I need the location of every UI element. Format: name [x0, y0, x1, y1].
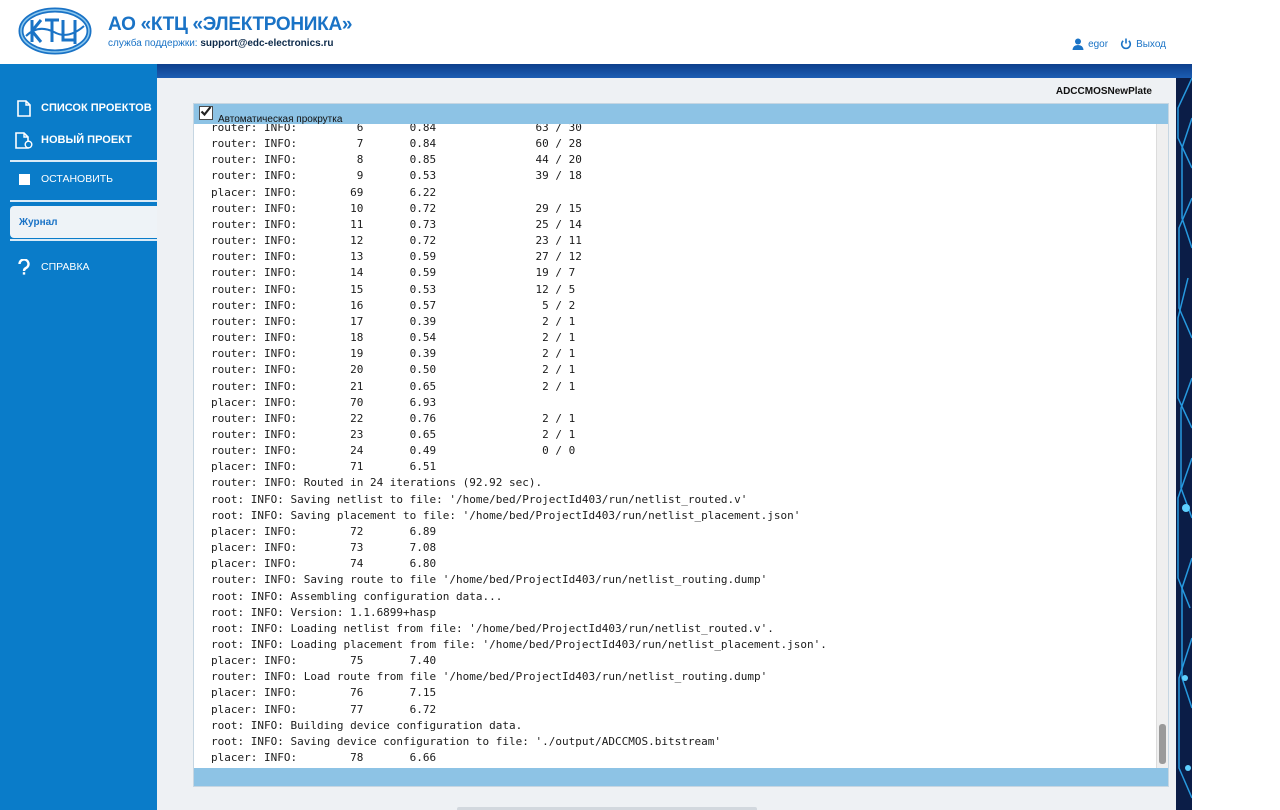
log-line: router: INFO: 16 0.57 5 / 2 — [211, 298, 576, 312]
sidebar-divider — [10, 239, 157, 241]
log-line: router: INFO: 14 0.59 19 / 7 — [211, 266, 576, 280]
autoscroll-checkbox[interactable] — [199, 106, 213, 120]
sidebar-item-label: Журнал — [19, 216, 58, 228]
question-icon — [15, 258, 33, 276]
user-name[interactable]: egor — [1088, 39, 1108, 50]
sidebar-divider — [10, 200, 157, 202]
log-line: router: INFO: 21 0.65 2 / 1 — [211, 379, 576, 393]
user-icon — [1072, 38, 1084, 50]
log-line: router: INFO: 18 0.54 2 / 1 — [211, 331, 576, 345]
new-document-icon — [15, 131, 33, 149]
sidebar-divider — [10, 160, 157, 162]
log-line: root: INFO: Saving placement to file: '/… — [211, 508, 801, 522]
log-line: root: INFO: Assembling configuration dat… — [211, 589, 503, 603]
sidebar-item-label: СПИСОК ПРОЕКТОВ — [41, 102, 152, 114]
log-line: router: INFO: Routed in 24 iterations (9… — [211, 476, 543, 490]
sidebar-item-label: ОСТАНОВИТЬ — [41, 173, 114, 185]
sidebar-item-label: СПРАВКА — [41, 261, 90, 273]
log-line: router: INFO: 12 0.72 23 / 11 — [211, 234, 582, 248]
support-label: служба поддержки: — [108, 38, 198, 49]
top-banner — [157, 64, 1192, 78]
log-line: router: INFO: 9 0.53 39 / 18 — [211, 169, 582, 183]
log-line: root: INFO: Saving netlist to file: '/ho… — [211, 492, 748, 506]
support-email[interactable]: support@edc-electronics.ru — [200, 38, 333, 49]
log-line: placer: INFO: 76 7.15 — [211, 686, 437, 700]
log-line: router: INFO: 15 0.53 12 / 5 — [211, 282, 576, 296]
log-line: router: INFO: 22 0.76 2 / 1 — [211, 411, 576, 425]
log-line: placer: INFO: 77 6.72 — [211, 702, 437, 716]
log-line: router: INFO: 10 0.72 29 / 15 — [211, 201, 582, 215]
log-line: router: INFO: 8 0.85 44 / 20 — [211, 153, 582, 167]
log-line: router: INFO: 13 0.59 27 / 12 — [211, 250, 582, 264]
app-header: АО «КТЦ «ЭЛЕКТРОНИКА» служба поддержки: … — [0, 0, 1192, 64]
log-line: placer: INFO: 75 7.40 — [211, 654, 437, 668]
log-line: placer: INFO: 74 6.80 — [211, 557, 437, 571]
support-info: служба поддержки: support@edc-electronic… — [108, 38, 333, 49]
log-line: placer: INFO: 73 7.08 — [211, 541, 437, 555]
sidebar-item-project-list[interactable]: СПИСОК ПРОЕКТОВ — [0, 95, 157, 121]
sidebar-item-journal[interactable]: Журнал — [10, 206, 157, 238]
user-area: egor Выход — [1072, 38, 1166, 50]
log-line: router: INFO: 19 0.39 2 / 1 — [211, 347, 576, 361]
log-line: placer: INFO: 78 6.66 — [211, 751, 437, 765]
circuit-pattern — [1176, 78, 1192, 810]
document-icon — [15, 99, 33, 117]
log-scrollbar[interactable] — [1156, 124, 1168, 768]
log-text: router: INFO: 6 0.84 63 / 30 router: INFO… — [211, 124, 827, 766]
log-line: root: INFO: Saving device configuration … — [211, 734, 721, 748]
log-line: router: INFO: 11 0.73 25 / 14 — [211, 217, 582, 231]
log-line: router: INFO: 6 0.84 63 / 30 — [211, 124, 582, 134]
log-line: router: INFO: Saving route to file '/hom… — [211, 573, 768, 587]
log-line: router: INFO: 20 0.50 2 / 1 — [211, 363, 576, 377]
power-icon[interactable] — [1120, 38, 1132, 50]
log-panel-footer — [194, 768, 1168, 786]
sidebar-item-help[interactable]: СПРАВКА — [0, 254, 157, 280]
stop-icon — [15, 170, 33, 188]
sidebar-item-stop[interactable]: ОСТАНОВИТЬ — [0, 166, 157, 192]
log-output[interactable]: router: INFO: 6 0.84 63 / 30 router: INFO… — [194, 124, 1156, 768]
log-line: router: INFO: 24 0.49 0 / 0 — [211, 444, 576, 458]
sidebar-item-new-project[interactable]: НОВЫЙ ПРОЕКТ — [0, 127, 157, 153]
checkmark-icon — [200, 104, 212, 122]
sidebar: СПИСОК ПРОЕКТОВ НОВЫЙ ПРОЕКТ ОСТАНОВИТЬ … — [0, 64, 157, 810]
log-line: placer: INFO: 70 6.93 — [211, 395, 437, 409]
log-line: placer: INFO: 71 6.51 — [211, 460, 437, 474]
project-name: ADCCMOSNewPlate — [1055, 86, 1152, 97]
log-line: root: INFO: Loading placement from file:… — [211, 638, 827, 651]
ktc-logo-icon[interactable] — [18, 6, 92, 56]
company-name: АО «КТЦ «ЭЛЕКТРОНИКА» — [108, 14, 353, 35]
autoscroll-label[interactable]: Автоматическая прокрутка — [218, 114, 342, 125]
main-content: ADCCMOSNewPlate Автоматическая прокрутка… — [157, 78, 1176, 810]
log-line: root: INFO: Loading netlist from file: '… — [211, 621, 774, 635]
log-panel: Автоматическая прокрутка router: INFO: 6… — [193, 103, 1169, 787]
log-line: router: INFO: 23 0.65 2 / 1 — [211, 427, 576, 441]
log-line: placer: INFO: 72 6.89 — [211, 524, 437, 538]
sidebar-item-label: НОВЫЙ ПРОЕКТ — [41, 134, 132, 146]
log-line: placer: INFO: 69 6.22 — [211, 185, 437, 199]
log-line: router: INFO: 17 0.39 2 / 1 — [211, 314, 576, 328]
scrollbar-thumb[interactable] — [1159, 724, 1166, 764]
log-line: root: INFO: Version: 1.1.6899+hasp — [211, 605, 437, 619]
logout-link[interactable]: Выход — [1136, 39, 1166, 50]
log-line: router: INFO: 7 0.84 60 / 28 — [211, 137, 582, 151]
log-line: router: INFO: Load route from file '/hom… — [211, 670, 768, 684]
log-line: root: INFO: Building device configuratio… — [211, 718, 523, 732]
